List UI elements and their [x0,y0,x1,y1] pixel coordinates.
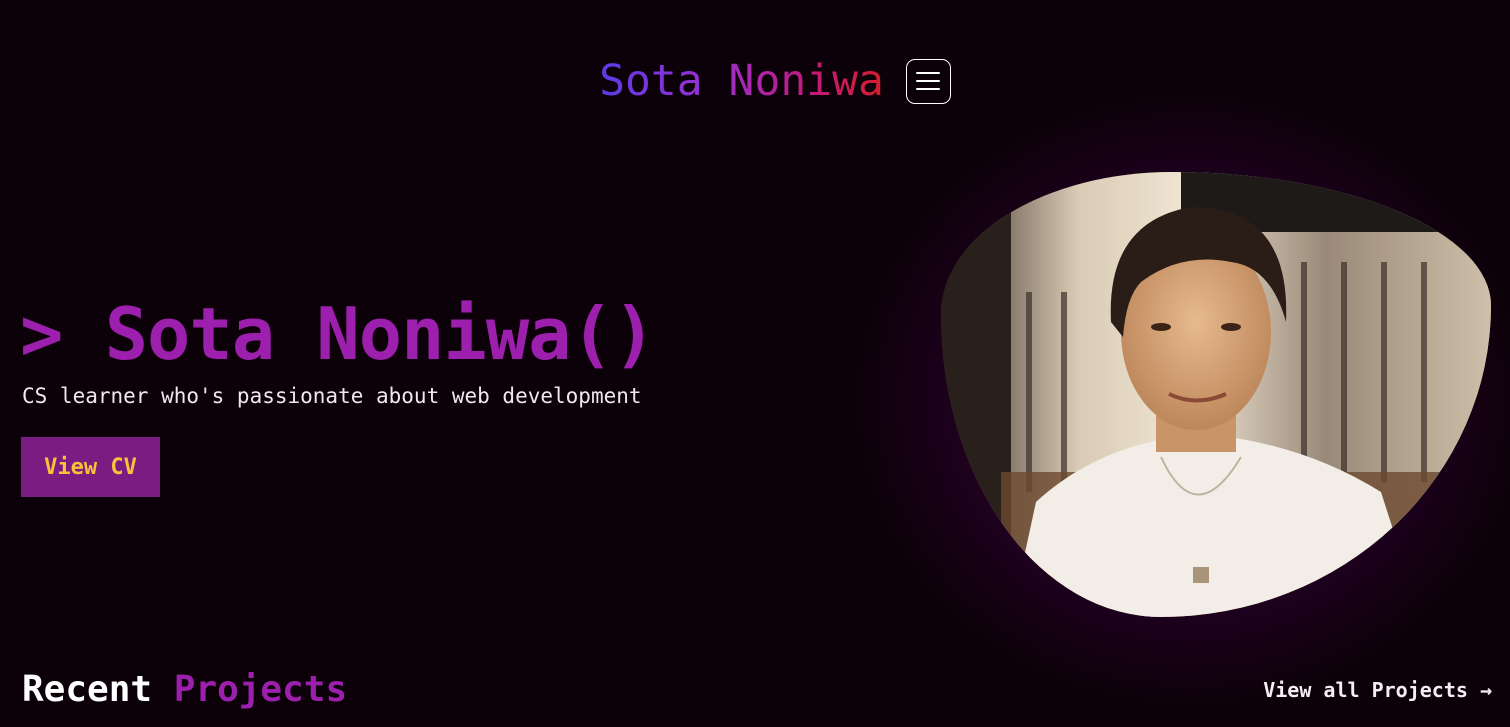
recent-projects-heading: Recent Projects [22,668,347,712]
hero-subtitle: CS learner who's passionate about web de… [22,384,642,408]
heading-word-projects: Projects [173,669,348,710]
hamburger-menu-icon [916,72,941,74]
hero-title: > Sota Noniwa() [20,292,656,376]
heading-word-recent: Recent [22,669,153,710]
view-all-projects-link[interactable]: View all Projects → [1263,676,1492,704]
view-cv-button[interactable]: View CV [21,437,160,497]
page: Sota Noniwa > Sota Noniwa() CS learner w… [0,0,1510,727]
